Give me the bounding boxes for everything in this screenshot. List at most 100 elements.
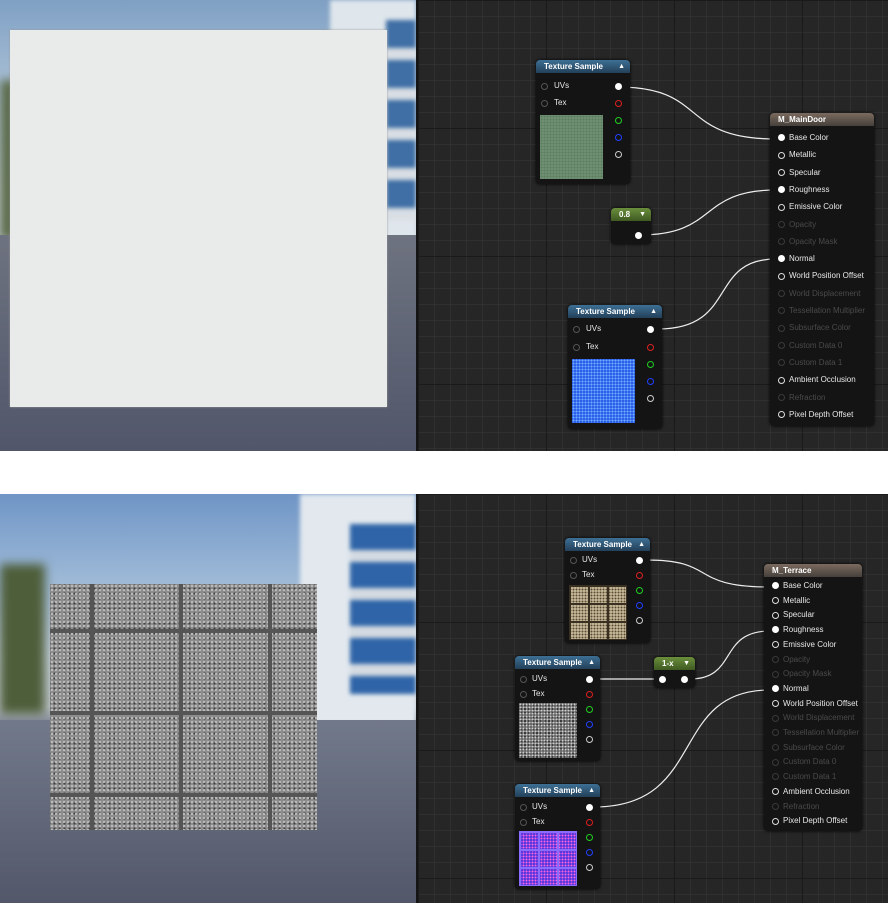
material-input-pin-icon[interactable] — [778, 411, 785, 419]
material-input-pin-icon[interactable] — [778, 324, 785, 332]
rgb-output-pin[interactable] — [647, 326, 654, 333]
material-input-pin-icon[interactable] — [778, 307, 785, 315]
constant-output-pin[interactable] — [635, 232, 642, 239]
b-output-pin[interactable] — [636, 602, 643, 609]
uvs-input-pin[interactable] — [520, 676, 527, 683]
material-input-row[interactable]: Opacity Mask — [772, 669, 831, 678]
node-header[interactable]: Texture Sample ▲ — [565, 538, 650, 551]
one-minus-node[interactable]: 1-x ▼ — [654, 657, 695, 688]
material-result-node[interactable]: M_MainDoor Base Color Metallic Specular Rou… — [770, 113, 874, 426]
material-input-pin-icon[interactable] — [778, 393, 785, 401]
node-header[interactable]: Texture Sample ▲ — [536, 60, 630, 73]
material-input-pin-icon[interactable] — [772, 685, 779, 693]
g-output-pin[interactable] — [586, 834, 593, 841]
material-input-pin-icon[interactable] — [778, 151, 785, 159]
material-header[interactable]: M_MainDoor — [770, 113, 874, 126]
material-input-row[interactable]: World Position Offset — [772, 699, 858, 708]
r-output-pin[interactable] — [586, 819, 593, 826]
one-minus-header[interactable]: 1-x ▼ — [654, 657, 695, 670]
material-input-row[interactable]: Pixel Depth Offset — [772, 816, 847, 825]
b-output-pin[interactable] — [615, 134, 622, 141]
a-output-pin[interactable] — [615, 151, 622, 158]
material-input-pin-icon[interactable] — [772, 641, 779, 649]
tex-input-pin[interactable] — [520, 691, 527, 698]
rgb-output-pin[interactable] — [615, 83, 622, 90]
material-input-row[interactable]: Normal — [778, 254, 815, 263]
material-input-pin-icon[interactable] — [772, 655, 779, 663]
texture-sample-node[interactable]: Texture Sample ▲ UVs Tex — [536, 60, 630, 184]
material-input-pin-icon[interactable] — [772, 729, 779, 737]
r-output-pin[interactable] — [636, 572, 643, 579]
collapse-arrow-icon[interactable]: ▲ — [618, 60, 625, 73]
material-input-row[interactable]: Custom Data 1 — [772, 772, 836, 781]
material-input-row[interactable]: Opacity — [772, 655, 810, 664]
constant-header[interactable]: 0.8 ▼ — [611, 208, 651, 221]
collapse-arrow-icon[interactable]: ▲ — [650, 305, 657, 318]
material-input-row[interactable]: Emissive Color — [772, 640, 836, 649]
one-minus-output-pin[interactable] — [681, 676, 688, 683]
material-input-pin-icon[interactable] — [778, 238, 785, 246]
a-output-pin[interactable] — [586, 736, 593, 743]
material-input-pin-icon[interactable] — [778, 359, 785, 367]
texture-sample-node[interactable]: Texture Sample ▲ UVs Tex — [565, 538, 650, 643]
uvs-input-pin[interactable] — [570, 557, 577, 564]
collapse-arrow-icon[interactable]: ▼ — [683, 657, 690, 670]
material-input-row[interactable]: Ambient Occlusion — [772, 787, 850, 796]
material-input-pin-icon[interactable] — [772, 817, 779, 825]
g-output-pin[interactable] — [586, 706, 593, 713]
material-input-pin-icon[interactable] — [778, 220, 785, 228]
collapse-arrow-icon[interactable]: ▼ — [639, 208, 646, 221]
material-input-row[interactable]: Roughness — [778, 185, 829, 194]
viewport-top[interactable] — [0, 0, 416, 451]
material-input-pin-icon[interactable] — [778, 376, 785, 384]
r-output-pin[interactable] — [586, 691, 593, 698]
uvs-input-pin[interactable] — [520, 804, 527, 811]
material-input-row[interactable]: Base Color — [778, 133, 829, 142]
material-input-pin-icon[interactable] — [778, 134, 785, 142]
material-input-row[interactable]: Subsurface Color — [778, 323, 851, 332]
material-result-node[interactable]: M_Terrace Base Color Metallic Specular Roug… — [764, 564, 862, 831]
material-input-pin-icon[interactable] — [778, 272, 785, 280]
a-output-pin[interactable] — [647, 395, 654, 402]
material-input-pin-icon[interactable] — [772, 714, 779, 722]
uvs-input-pin[interactable] — [573, 326, 580, 333]
material-input-row[interactable]: Custom Data 0 — [772, 757, 836, 766]
material-input-pin-icon[interactable] — [778, 168, 785, 176]
material-input-pin-icon[interactable] — [778, 290, 785, 298]
node-header[interactable]: Texture Sample ▲ — [515, 656, 600, 669]
g-output-pin[interactable] — [647, 361, 654, 368]
viewport-bottom[interactable] — [0, 494, 416, 903]
material-input-pin-icon[interactable] — [772, 626, 779, 634]
tex-input-pin[interactable] — [541, 100, 548, 107]
material-input-pin-icon[interactable] — [772, 699, 779, 707]
material-graph-bottom[interactable]: Texture Sample ▲ UVs Tex Texture Sample … — [418, 494, 888, 903]
a-output-pin[interactable] — [586, 864, 593, 871]
constant-node[interactable]: 0.8 ▼ — [611, 208, 651, 244]
material-input-row[interactable]: Normal — [772, 684, 809, 693]
one-minus-input-pin[interactable] — [659, 676, 666, 683]
b-output-pin[interactable] — [586, 849, 593, 856]
material-input-row[interactable]: Tessellation Multiplier — [778, 306, 865, 315]
material-input-pin-icon[interactable] — [772, 597, 779, 605]
tex-input-pin[interactable] — [573, 344, 580, 351]
material-header[interactable]: M_Terrace — [764, 564, 862, 577]
material-input-pin-icon[interactable] — [778, 186, 785, 194]
material-input-row[interactable]: Opacity Mask — [778, 237, 837, 246]
material-input-row[interactable]: Emissive Color — [778, 202, 842, 211]
material-input-row[interactable]: World Displacement — [772, 713, 854, 722]
texture-sample-node-roughness[interactable]: Texture Sample ▲ UVs Tex — [515, 656, 600, 761]
material-graph-top[interactable]: Texture Sample ▲ UVs Tex 0.8 ▼ Texture S… — [418, 0, 888, 451]
node-header[interactable]: Texture Sample ▲ — [568, 305, 662, 318]
texture-sample-node-normal[interactable]: Texture Sample ▲ UVs Tex — [568, 305, 662, 429]
material-input-pin-icon[interactable] — [778, 341, 785, 349]
material-input-row[interactable]: Pixel Depth Offset — [778, 410, 853, 419]
material-input-pin-icon[interactable] — [772, 744, 779, 752]
material-input-row[interactable]: Roughness — [772, 625, 823, 634]
material-input-row[interactable]: Refraction — [778, 393, 825, 402]
r-output-pin[interactable] — [615, 100, 622, 107]
texture-sample-node-normal[interactable]: Texture Sample ▲ UVs Tex — [515, 784, 600, 889]
material-input-row[interactable]: Metallic — [772, 596, 810, 605]
rgb-output-pin[interactable] — [636, 557, 643, 564]
node-header[interactable]: Texture Sample ▲ — [515, 784, 600, 797]
a-output-pin[interactable] — [636, 617, 643, 624]
